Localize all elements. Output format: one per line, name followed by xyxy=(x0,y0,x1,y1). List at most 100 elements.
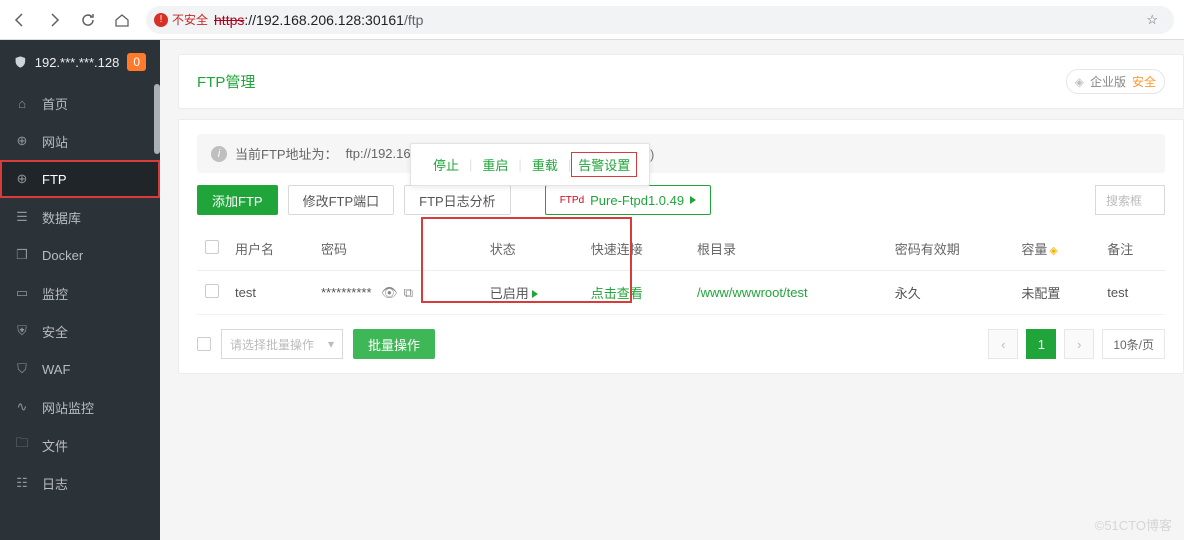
url-text: https://192.168.206.128:30161/ftp xyxy=(214,12,423,28)
table-row: test ********** 👁 ⧉ 已启用 点击查看 /www/wwwroo… xyxy=(197,271,1165,315)
sidebar-item-label: 首页 xyxy=(42,94,68,113)
alert-badge[interactable]: 0 xyxy=(127,53,146,71)
database-icon: ☰ xyxy=(14,209,30,225)
add-ftp-button[interactable]: 添加FTP xyxy=(197,185,278,215)
url-host: ://192.168.206.128:30161 xyxy=(244,12,404,28)
enterprise-badge[interactable]: ◈ 企业版 安全 xyxy=(1066,69,1165,94)
sidebar-item-label: 网站 xyxy=(42,132,68,151)
search-input[interactable]: 搜索框 xyxy=(1095,185,1165,215)
sidebar-item-site[interactable]: ⊕ 网站 xyxy=(0,122,160,160)
search-placeholder: 搜索框 xyxy=(1106,192,1142,209)
ftp-log-button[interactable]: FTP日志分析 xyxy=(404,185,511,215)
globe-icon: ⊕ xyxy=(14,133,30,149)
sidebar-item-logs[interactable]: ☷ 日志 xyxy=(0,464,160,502)
sidebar-item-label: 安全 xyxy=(42,322,68,341)
root-dir-link[interactable]: /www/wwwroot/test xyxy=(697,285,808,300)
log-icon: ☷ xyxy=(14,475,30,491)
quick-connect-link[interactable]: 点击查看 xyxy=(591,286,643,301)
ftp-table: 用户名 密码 状态 快速连接 根目录 密码有效期 容量◈ 备注 test xyxy=(197,227,1165,315)
ftp-tag: FTPd xyxy=(560,195,584,206)
eye-icon[interactable]: 👁 xyxy=(381,285,398,301)
content-panel: i 当前FTP地址为： ftp://192.168.206.128:21 源) … xyxy=(178,119,1184,374)
sidebar-item-label: 监控 xyxy=(42,284,68,303)
select-all-checkbox[interactable] xyxy=(205,240,219,254)
sidebar-item-security[interactable]: ⛨ 安全 xyxy=(0,312,160,350)
bookmark-star-icon[interactable]: ☆ xyxy=(1138,12,1166,28)
sidebar-item-site-monitor[interactable]: ∿网站监控 xyxy=(0,388,160,426)
col-status: 状态 xyxy=(482,227,583,271)
col-quick: 快速连接 xyxy=(583,227,689,271)
url-scheme: https xyxy=(214,12,244,28)
stop-button[interactable]: 停止 xyxy=(423,155,469,174)
cell-quota: 未配置 xyxy=(1013,271,1099,315)
reload-button[interactable]: 重载 xyxy=(522,155,568,174)
globe-icon: ⊕ xyxy=(14,171,30,187)
back-icon[interactable] xyxy=(10,10,30,30)
alarm-settings-button[interactable]: 告警设置 xyxy=(571,152,637,177)
browser-toolbar: ! 不安全 https://192.168.206.128:30161/ftp … xyxy=(0,0,1184,40)
batch-select[interactable]: 请选择批量操作 ▾ xyxy=(221,329,343,359)
copy-icon[interactable]: ⧉ xyxy=(404,285,413,301)
pagination: ‹ 1 › 10条/页 xyxy=(988,329,1165,359)
change-port-button[interactable]: 修改FTP端口 xyxy=(288,185,395,215)
docker-icon: ❒ xyxy=(14,247,30,263)
sidebar-item-label: 数据库 xyxy=(42,208,81,227)
pwd-mask: ********** xyxy=(321,285,372,300)
cell-pwd: ********** 👁 ⧉ xyxy=(313,271,482,315)
home-icon[interactable] xyxy=(112,10,132,30)
page-number[interactable]: 1 xyxy=(1026,329,1056,359)
title-panel: FTP管理 ◈ 企业版 安全 xyxy=(178,54,1184,109)
watermark: ©51CTO博客 xyxy=(1095,515,1172,534)
service-popover: 停止 | 重启 | 重载 | 告警设置 xyxy=(410,143,650,186)
batch-action-button[interactable]: 批量操作 xyxy=(353,329,435,359)
url-bar[interactable]: ! 不安全 https://192.168.206.128:30161/ftp … xyxy=(146,6,1174,34)
prev-page-button[interactable]: ‹ xyxy=(988,329,1018,359)
cell-note: test xyxy=(1099,271,1165,315)
enterprise-label: 企业版 xyxy=(1090,73,1126,90)
restart-button[interactable]: 重启 xyxy=(472,155,518,174)
info-bar: i 当前FTP地址为： ftp://192.168.206.128:21 源) xyxy=(197,134,1165,173)
batch-placeholder: 请选择批量操作 xyxy=(230,336,314,353)
cell-user: test xyxy=(227,271,313,315)
waf-icon: ⛉ xyxy=(14,361,30,377)
sidebar-item-label: WAF xyxy=(42,362,70,377)
sidebar-item-database[interactable]: ☰ 数据库 xyxy=(0,198,160,236)
folder-icon: 🗀 xyxy=(14,434,30,456)
diamond-icon: ◈ xyxy=(1049,245,1057,257)
warning-icon: ! xyxy=(154,13,168,27)
col-pwd: 密码 xyxy=(313,227,482,271)
play-icon xyxy=(532,290,538,298)
status-label: 已启用 xyxy=(490,286,529,301)
info-icon: i xyxy=(211,146,227,162)
page-title: FTP管理 xyxy=(197,71,255,92)
sidebar-item-home[interactable]: ⌂ 首页 xyxy=(0,84,160,122)
col-expire: 密码有效期 xyxy=(887,227,1014,271)
sidebar-item-waf[interactable]: ⛉ WAF xyxy=(0,350,160,388)
url-path: /ftp xyxy=(404,12,423,28)
chart-icon: ∿ xyxy=(14,399,30,415)
chevron-down-icon: ▾ xyxy=(328,337,334,351)
per-page-select[interactable]: 10条/页 xyxy=(1102,329,1165,359)
sidebar-item-files[interactable]: 🗀文件 xyxy=(0,426,160,464)
action-row: 添加FTP 修改FTP端口 FTP日志分析 FTPd Pure-Ftpd1.0.… xyxy=(197,185,1165,215)
col-note: 备注 xyxy=(1099,227,1165,271)
cell-status[interactable]: 已启用 xyxy=(482,271,583,315)
sidebar-item-label: 日志 xyxy=(42,474,68,493)
shield-icon: ⛨ xyxy=(14,323,30,339)
sidebar-item-label: Docker xyxy=(42,248,83,263)
info-prefix: 当前FTP地址为： xyxy=(235,144,338,163)
sidebar-item-docker[interactable]: ❒ Docker xyxy=(0,236,160,274)
ftp-software-button[interactable]: FTPd Pure-Ftpd1.0.49 xyxy=(545,185,711,215)
table-footer: 请选择批量操作 ▾ 批量操作 ‹ 1 › 10条/页 xyxy=(197,315,1165,359)
diamond-icon: ◈ xyxy=(1075,75,1084,89)
next-page-button[interactable]: › xyxy=(1064,329,1094,359)
home-icon: ⌂ xyxy=(14,96,30,111)
col-user: 用户名 xyxy=(227,227,313,271)
sidebar-item-ftp[interactable]: ⊕FTP xyxy=(0,160,160,198)
forward-icon[interactable] xyxy=(44,10,64,30)
insecure-label: 不安全 xyxy=(172,11,208,28)
footer-checkbox[interactable] xyxy=(197,337,211,351)
sidebar-item-monitor[interactable]: ▭监控 xyxy=(0,274,160,312)
row-checkbox[interactable] xyxy=(205,284,219,298)
reload-icon[interactable] xyxy=(78,10,98,30)
